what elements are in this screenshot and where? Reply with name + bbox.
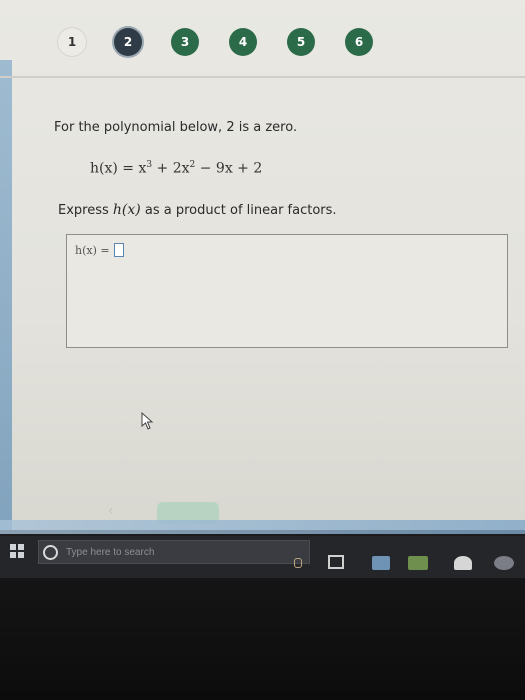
monitor-bezel <box>0 578 525 700</box>
taskbar-app-icon-3[interactable] <box>454 556 472 570</box>
step-3[interactable]: 3 <box>171 28 199 56</box>
question-instruction: Express h(x) as a product of linear fact… <box>58 202 337 218</box>
chevron-left-icon: ‹ <box>108 503 114 519</box>
left-accent-strip <box>0 60 12 530</box>
answer-box[interactable]: h(x) = <box>66 234 508 348</box>
instruction-func: h(x) <box>112 202 141 218</box>
header-divider <box>0 76 525 78</box>
taskbar-app-icon-2[interactable] <box>408 556 428 570</box>
taskbar-app-icon-4[interactable] <box>494 556 514 570</box>
step-5[interactable]: 5 <box>287 28 315 56</box>
equation-mid: + 2x <box>152 160 190 177</box>
cortana-ring-icon <box>43 544 58 560</box>
instruction-suffix: as a product of linear factors. <box>140 203 337 218</box>
question-intro: For the polynomial below, 2 is a zero. <box>54 120 298 135</box>
step-1[interactable]: 1 <box>58 28 86 56</box>
search-placeholder: Type here to search <box>66 546 155 558</box>
answer-input[interactable] <box>113 243 124 257</box>
equation-rest: − 9x + 2 <box>195 160 263 177</box>
step-2-current[interactable]: 2 <box>114 28 142 56</box>
question-stepper: 1 2 3 4 5 6 <box>0 28 525 62</box>
bottom-bar <box>0 520 525 534</box>
microphone-icon[interactable] <box>294 558 302 568</box>
task-view-icon[interactable] <box>328 555 344 569</box>
taskbar-search[interactable]: Type here to search <box>38 540 310 564</box>
polynomial-equation: h(x) = x3 + 2x2 − 9x + 2 <box>90 160 262 177</box>
answer-label: h(x) = <box>75 243 110 257</box>
step-4[interactable]: 4 <box>229 28 257 56</box>
instruction-prefix: Express <box>58 203 113 218</box>
mouse-cursor-icon <box>141 412 154 430</box>
windows-taskbar: Type here to search <box>0 536 525 578</box>
taskbar-app-icon-1[interactable] <box>372 556 390 570</box>
answer-line: h(x) = <box>75 243 124 257</box>
windows-start-icon[interactable] <box>10 544 24 558</box>
equation-lhs: h(x) = x <box>90 160 147 177</box>
step-6[interactable]: 6 <box>345 28 373 56</box>
browser-screen: 1 2 3 4 5 6 For the polynomial below, 2 … <box>0 0 525 534</box>
